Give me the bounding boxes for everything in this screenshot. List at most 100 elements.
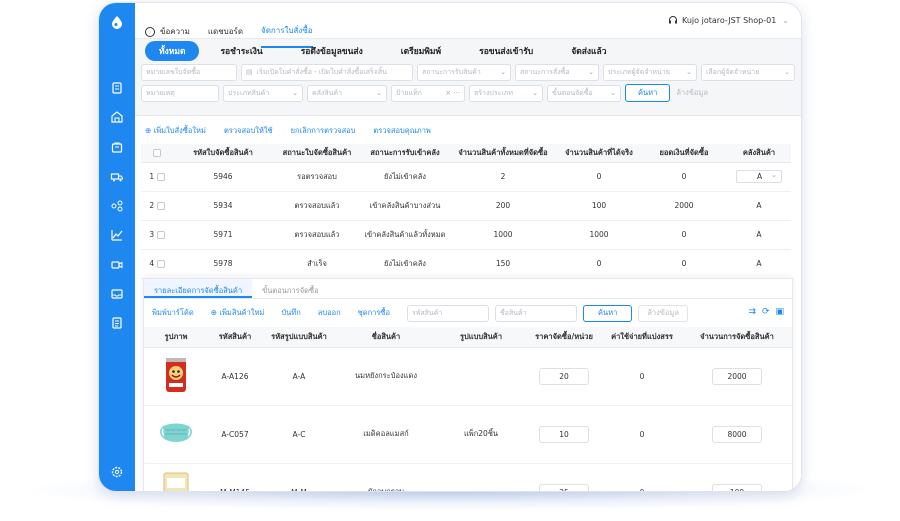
tab-awaiting-payment[interactable]: รอชำระเงิน	[207, 41, 275, 61]
actual-qty: 0	[557, 249, 641, 279]
chevron-down-icon: ⌄	[782, 15, 789, 25]
table-row[interactable]: 4 5978 สำเร็จ ยังไม่เข้าคลัง 150 0 0 A	[141, 249, 791, 279]
shop-selector[interactable]: Kujo jotaro-JST Shop-01 ⌄	[668, 15, 789, 25]
settings-icon[interactable]	[110, 465, 124, 479]
table-row[interactable]: 1 5946 รอตรวจสอบ ยังไม่เข้าคลัง 2 0 0 A	[141, 162, 791, 192]
main-area: ข้อความ แดชบอร์ด จัดการใบสั่งซื้อ Kujo j…	[135, 3, 801, 491]
columns-icon[interactable]: ▣	[775, 307, 784, 317]
total-qty: 2	[449, 162, 557, 192]
bag-icon[interactable]	[110, 140, 124, 154]
date-range-placeholder: เริ่มเปิดใบคำสั่งซื้อ - เปิดใบคำสั่งซื้อ…	[256, 67, 387, 76]
chevron-down-icon: ⌄	[500, 67, 506, 76]
notes-icon[interactable]	[110, 316, 124, 330]
sku-search-input[interactable]: รหัสสินค้า	[407, 304, 489, 322]
warehouse-placeholder: คลังสินค้า	[312, 88, 343, 97]
chart-icon[interactable]	[110, 228, 124, 242]
nav-messages[interactable]: ข้อความ	[145, 25, 190, 38]
delete-button[interactable]: ลบออก	[318, 307, 341, 319]
unit-price-input[interactable]: 25	[539, 483, 589, 491]
tab-awaiting-pickup[interactable]: รอขนส่งเข้ารับ	[466, 41, 546, 61]
variant	[436, 463, 526, 491]
refresh-icon[interactable]: ⟳	[762, 307, 770, 317]
chevron-down-icon: ⌄	[292, 88, 298, 97]
remark-input[interactable]: หมายเหตุ	[141, 84, 219, 102]
warehouse-select[interactable]: A	[736, 169, 782, 183]
create-type-placeholder: สร้างประเภท	[474, 88, 513, 97]
detail-panel: รายละเอียดการจัดซื้อสินค้า ขั้นตอนการจัด…	[143, 278, 793, 491]
row-checkbox[interactable]	[156, 260, 165, 268]
share-icon[interactable]	[110, 199, 124, 213]
table-row[interactable]: A-C057 A-C เมดิคอลแมสก์ แพ็ก20ชิ้น 10 0 …	[144, 405, 792, 464]
col-amount: ยอดเงินที่จัดซื้อ	[641, 144, 727, 163]
print-barcode-button[interactable]: พิมพ์บาร์โค้ด	[152, 307, 194, 319]
unit-price-input[interactable]: 10	[539, 425, 589, 443]
purchase-qty-input[interactable]: 8000	[712, 425, 762, 443]
tab-awaiting-shipping-info[interactable]: รอดึงข้อมูลขนส่ง	[288, 41, 376, 61]
total-qty: 1000	[449, 220, 557, 250]
tag-select[interactable]: ป้ายแท็ก × ···	[391, 84, 465, 102]
detail-clear-button[interactable]: ล้างข้อมูล	[638, 304, 688, 322]
warehouse-select[interactable]: คลังสินค้า ⌄	[307, 84, 387, 102]
date-range-input[interactable]: ▤ เริ่มเปิดใบคำสั่งซื้อ - เปิดใบคำสั่งซื…	[241, 63, 413, 81]
name-search-input[interactable]: ชื่อสินค้า	[495, 304, 577, 322]
row-number: 1	[149, 172, 155, 181]
actual-qty: 0	[557, 162, 641, 192]
col-product-name: ชื่อสินค้า	[336, 327, 436, 348]
tab-ready-to-print[interactable]: เตรียมพิมพ์	[388, 41, 454, 61]
row-checkbox[interactable]	[156, 173, 165, 181]
search-button[interactable]: ค้นหา	[625, 84, 671, 102]
row-checkbox[interactable]	[156, 231, 165, 239]
logo-icon[interactable]	[110, 15, 124, 29]
truck-icon[interactable]	[110, 170, 124, 184]
mask-icon	[160, 423, 192, 442]
store-icon[interactable]	[110, 110, 124, 124]
select-all-header[interactable]	[141, 144, 173, 163]
tab-purchase-steps[interactable]: ขั้นตอนการจัดซื้อ	[252, 279, 328, 298]
table-row[interactable]: M-M145 M-M ผักอบกรอบ 25 0 100	[144, 463, 792, 491]
table-row[interactable]: A-A126 A-A นมหยังกระป๋องแดง 20 0 2000	[144, 347, 792, 406]
save-button[interactable]: บันทึก	[281, 307, 300, 319]
video-icon[interactable]	[110, 258, 124, 272]
cancel-approval-button[interactable]: ยกเลิกการตรวจสอบ	[291, 125, 356, 137]
order-status-select[interactable]: สถานะการสั่งซื้อ ⌄	[515, 63, 599, 81]
clear-button[interactable]: ล้างข้อมูล	[676, 87, 708, 99]
supplier-type-select[interactable]: ประเภทผู้จัดจำหน่าย ⌄	[603, 63, 697, 81]
status-tabs: ทั้งหมด รอชำระเงิน รอดึงข้อมูลขนส่ง เตรี…	[145, 41, 632, 61]
calendar-icon: ▤	[246, 68, 253, 76]
po-code: 5934	[173, 191, 273, 221]
table-row[interactable]: 2 5934 ตรวจสอบแล้ว เข้าคลังสินค้าบางส่วน…	[141, 191, 791, 221]
unit-price-input[interactable]: 20	[539, 367, 589, 385]
select-all-checkbox[interactable]	[153, 149, 161, 158]
col-allocated-cost: ค่าใช้จ่ายที่แบ่งสรร	[602, 327, 682, 348]
col-variant-code: รหัสรูปแบบสินค้า	[262, 327, 336, 348]
approve-button[interactable]: ตรวจสอบให้ใช้	[224, 125, 273, 137]
purchase-step-select[interactable]: ขั้นตอนจัดซื้อ ⌄	[547, 84, 621, 102]
inbox-icon[interactable]	[110, 287, 124, 301]
tab-purchase-detail[interactable]: รายละเอียดการจัดซื้อสินค้า	[144, 279, 253, 298]
add-order-button[interactable]: ⊕ เพิ่มใบสั่งซื้อใหม่	[145, 125, 206, 137]
detail-toolbar: พิมพ์บาร์โค้ด ⊕ เพิ่มสินค้าใหม่ บันทึก ล…	[144, 299, 792, 327]
receive-status-select[interactable]: สถานะการรับสินค้า ⌄	[417, 63, 511, 81]
add-product-button[interactable]: ⊕ เพิ่มสินค้าใหม่	[211, 307, 265, 319]
detail-search-button[interactable]: ค้นหา	[583, 304, 633, 322]
sort-icon[interactable]: ⇉	[748, 307, 756, 317]
table-row[interactable]: 3 5971 ตรวจสอบแล้ว เข้าคลังสินค้าแล้วทั้…	[141, 220, 791, 250]
document-icon[interactable]	[110, 81, 124, 95]
purchase-qty-input[interactable]: 2000	[712, 367, 762, 385]
product-type-select[interactable]: ประเภทสินค้า ⌄	[223, 84, 303, 102]
supplier-select[interactable]: เลือกผู้จัดจำหน่าย ⌄	[701, 63, 795, 81]
purchase-set-button[interactable]: ชุดการซื้อ	[358, 307, 390, 319]
create-type-select[interactable]: สร้างประเภท ⌄	[469, 84, 543, 102]
receive-status: ยังไม่เข้าคลัง	[361, 249, 449, 279]
row-checkbox[interactable]	[156, 202, 165, 210]
amount: 0	[641, 249, 727, 279]
variant-code: M-M	[262, 463, 336, 491]
tab-shipped[interactable]: จัดส่งแล้ว	[558, 41, 619, 61]
nav-dashboard[interactable]: แดชบอร์ด	[208, 25, 243, 38]
purchase-qty-input[interactable]: 100	[712, 483, 762, 491]
amount: 2000	[641, 191, 727, 221]
quality-check-button[interactable]: ตรวจสอบคุณภาพ	[373, 125, 430, 137]
col-unit-price: ราคาจัดซื้อ/หน่วย	[526, 327, 602, 348]
po-number-input[interactable]: หมายเลขใบจัดซื้อ	[141, 63, 237, 81]
tab-all[interactable]: ทั้งหมด	[145, 41, 200, 61]
